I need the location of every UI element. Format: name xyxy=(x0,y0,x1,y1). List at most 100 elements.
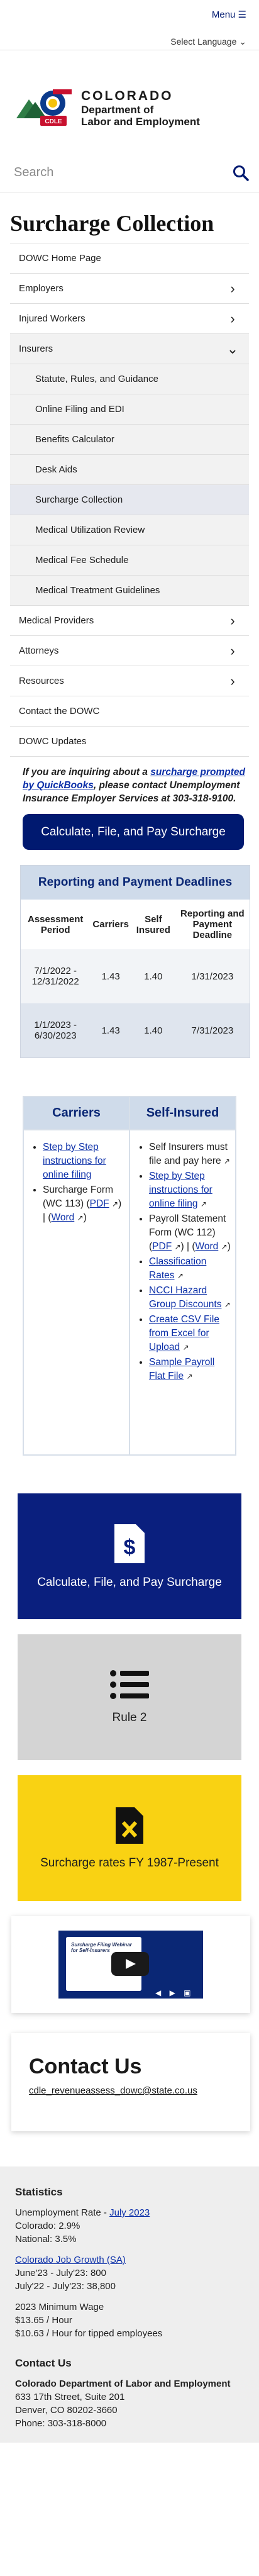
job-growth-link[interactable]: Colorado Job Growth (SA) xyxy=(15,2255,126,2265)
table-cell: 1/1/2023 - 6/30/2023 xyxy=(21,1003,91,1057)
nav-item-online-filing[interactable]: Online Filing and EDI xyxy=(10,394,249,425)
nav-label: Medical Providers xyxy=(19,615,94,626)
tile-calculate-file-pay[interactable]: $ Calculate, File, and Pay Surcharge xyxy=(18,1493,241,1619)
chevron-down-icon[interactable]: ⌄ xyxy=(226,342,239,355)
list-icon xyxy=(110,1670,149,1699)
search-input[interactable]: Search xyxy=(14,165,53,180)
job-growth-block: Colorado Job Growth (SA) June'23 - July'… xyxy=(15,2253,246,2293)
ncci-hazard-link[interactable]: NCCI Hazard Group Discounts xyxy=(149,1285,221,1310)
tile-label: Rule 2 xyxy=(112,1711,147,1724)
nav-label: Insurers xyxy=(19,343,53,354)
search-icon[interactable] xyxy=(233,165,249,181)
self-insured-column: Self-Insured Self Insurers must file and… xyxy=(130,1097,235,1454)
table-header-row: Assessment Period Carriers Self Insured … xyxy=(21,900,250,949)
logo-line-3: Labor and Employment xyxy=(81,116,200,128)
chevron-right-icon[interactable]: › xyxy=(226,281,239,295)
column-header: Carriers xyxy=(90,900,131,949)
minimum-wage-block: 2023 Minimum Wage $13.65 / Hour $10.63 /… xyxy=(15,2300,246,2340)
external-link-icon: ↗ xyxy=(200,1200,207,1208)
nav-item-dowc-updates[interactable]: DOWC Updates xyxy=(10,727,249,757)
carriers-step-instructions-link[interactable]: Step by Step instructions for online fil… xyxy=(43,1142,106,1180)
logo-text: COLORADO Department of Labor and Employm… xyxy=(81,89,200,128)
nav-item-insurers[interactable]: Insurers ⌄ xyxy=(10,334,249,364)
carriers-column: Carriers Step by Step instructions for o… xyxy=(24,1097,130,1454)
address-line-1: 633 17th Street, Suite 201 xyxy=(15,2392,125,2402)
carriers-header: Carriers xyxy=(24,1097,129,1130)
column-header: Reporting and Payment Deadline xyxy=(175,900,250,949)
nav-label: Medical Treatment Guidelines xyxy=(35,585,160,596)
chevron-right-icon[interactable]: › xyxy=(226,613,239,627)
chevron-right-icon[interactable]: › xyxy=(226,644,239,657)
self-insured-header: Self-Insured xyxy=(130,1097,235,1130)
search-bar[interactable]: Search xyxy=(0,153,259,192)
statistics-heading: Statistics xyxy=(15,2186,63,2198)
nav-item-benefits-calculator[interactable]: Benefits Calculator xyxy=(10,425,249,455)
tile-surcharge-rates[interactable]: Surcharge rates FY 1987-Present xyxy=(18,1775,241,1901)
contact-title: Contact Us xyxy=(29,2055,142,2078)
org-name: Colorado Department of Labor and Employm… xyxy=(15,2378,231,2389)
list-item: Step by Step instructions for online fil… xyxy=(43,1140,125,1182)
sample-payroll-link[interactable]: Sample Payroll Flat File xyxy=(149,1357,214,1381)
unemployment-month-link[interactable]: July 2023 xyxy=(109,2207,150,2218)
external-link-icon: ↗ xyxy=(221,1242,228,1251)
external-link-icon: ↗ xyxy=(224,1300,231,1309)
separator: ) xyxy=(83,1212,87,1223)
logo-badge: CDLE xyxy=(45,118,62,125)
list-item: Sample Payroll Flat File ↗ xyxy=(149,1356,231,1383)
external-link-icon: ↗ xyxy=(177,1271,184,1280)
play-icon[interactable] xyxy=(111,1952,149,1976)
nav-item-medical-providers[interactable]: Medical Providers › xyxy=(10,606,249,636)
nav-label: DOWC Home Page xyxy=(19,253,101,264)
separator: ) xyxy=(227,1241,231,1252)
table-cell: 7/1/2022 - 12/31/2022 xyxy=(21,949,91,1003)
nav-item-contact-dowc[interactable]: Contact the DOWC xyxy=(10,696,249,727)
nav-label: Contact the DOWC xyxy=(19,706,100,716)
wc113-word-link[interactable]: Word xyxy=(52,1212,75,1223)
nav-item-employers[interactable]: Employers › xyxy=(10,274,249,304)
nav-item-attorneys[interactable]: Attorneys › xyxy=(10,636,249,666)
wc113-pdf-link[interactable]: PDF xyxy=(90,1198,109,1209)
footer-address: Colorado Department of Labor and Employm… xyxy=(15,2377,246,2430)
external-link-icon: ↗ xyxy=(111,1200,119,1208)
nav-item-statute-rules[interactable]: Statute, Rules, and Guidance xyxy=(10,364,249,394)
nav-item-medical-fee-schedule[interactable]: Medical Fee Schedule xyxy=(10,545,249,576)
wc112-pdf-link[interactable]: PDF xyxy=(152,1241,172,1252)
site-logo[interactable]: CDLE COLORADO Department of Labor and Em… xyxy=(0,50,259,153)
minimum-wage-tipped: $10.63 / Hour for tipped employees xyxy=(15,2328,163,2339)
colorado-logo-icon: CDLE xyxy=(16,89,72,126)
video-controls[interactable]: ◀ ▶ ▣ ⛶ xyxy=(155,1988,203,1999)
chevron-right-icon[interactable]: › xyxy=(226,311,239,325)
calculate-file-pay-button[interactable]: Calculate, File, and Pay Surcharge xyxy=(23,814,244,850)
tile-label: Surcharge rates FY 1987-Present xyxy=(40,1856,219,1870)
nav-item-injured-workers[interactable]: Injured Workers › xyxy=(10,304,249,334)
nav-item-resources[interactable]: Resources › xyxy=(10,666,249,696)
table-row: 7/1/2022 - 12/31/2022 1.43 1.40 1/31/202… xyxy=(21,949,250,1003)
nav-item-dowc-home[interactable]: DOWC Home Page xyxy=(10,243,249,274)
video-card: Surcharge Filing Webinar for Self-Insure… xyxy=(11,1916,250,2013)
wc112-word-link[interactable]: Word xyxy=(196,1241,219,1252)
tile-rule-2[interactable]: Rule 2 xyxy=(18,1634,241,1760)
table-cell: 1.40 xyxy=(131,949,175,1003)
nav-item-surcharge-collection[interactable]: Surcharge Collection xyxy=(10,485,249,515)
nav-label: Injured Workers xyxy=(19,313,85,324)
language-select[interactable]: Select Language ⌄ xyxy=(170,36,246,47)
table-cell: 1.40 xyxy=(131,1003,175,1057)
contact-email-link[interactable]: cdle_revenueassess_dowc@state.co.us xyxy=(29,2085,238,2096)
resources-table: Carriers Step by Step instructions for o… xyxy=(23,1096,236,1456)
nav-item-medical-treatment-guidelines[interactable]: Medical Treatment Guidelines xyxy=(10,576,249,606)
menu-button[interactable]: Menu ☰ xyxy=(212,9,246,20)
table-cell: 1.43 xyxy=(90,1003,131,1057)
nav-item-desk-aids[interactable]: Desk Aids xyxy=(10,455,249,485)
external-link-icon: ↗ xyxy=(186,1372,193,1381)
notice-text: If you are inquiring about a xyxy=(23,767,151,778)
x-file-icon xyxy=(116,1807,143,1844)
external-link-icon: ↗ xyxy=(223,1157,230,1166)
list-item: Self Insurers must file and pay here ↗ xyxy=(149,1140,231,1168)
nav-item-medical-utilization-review[interactable]: Medical Utilization Review xyxy=(10,515,249,545)
list-item: Surcharge Form (WC 113) (PDF ↗) | (Word … xyxy=(43,1183,125,1225)
side-navigation: DOWC Home Page Employers › Injured Worker… xyxy=(10,243,249,757)
quickbooks-notice: If you are inquiring about a surcharge p… xyxy=(0,757,259,805)
table-cell: 1.43 xyxy=(90,949,131,1003)
chevron-right-icon[interactable]: › xyxy=(226,674,239,688)
video-player[interactable]: Surcharge Filing Webinar for Self-Insure… xyxy=(58,1931,203,1999)
